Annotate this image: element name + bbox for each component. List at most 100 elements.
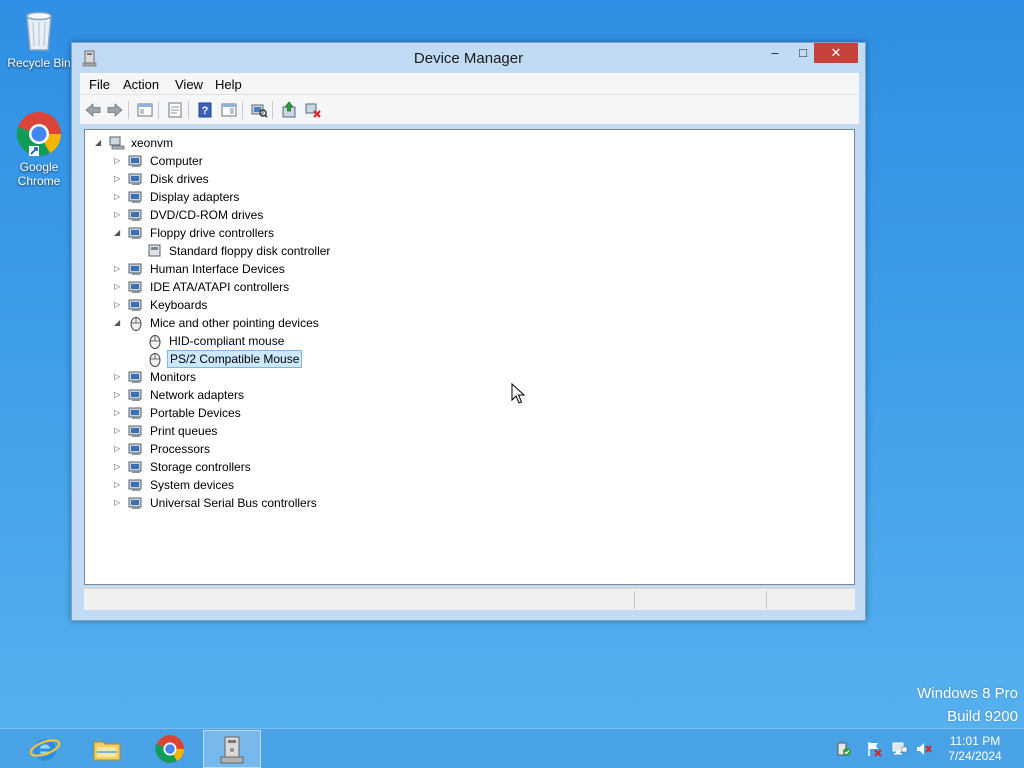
expand-arrow-icon[interactable]: ▷ [114,282,124,292]
uninstall-device-icon[interactable] [304,101,322,119]
google-chrome-icon [154,733,186,765]
tree-category-label: Network adapters [150,388,245,402]
file-explorer-icon [91,733,123,765]
mouse-cursor-icon [511,382,526,405]
menu-action[interactable]: Action [123,77,159,92]
volume-muted-icon[interactable] [916,741,932,757]
action-pane-icon[interactable] [220,101,238,119]
toolbar-separator [188,101,189,119]
expand-arrow-icon[interactable]: ▷ [114,300,124,310]
expand-arrow-icon[interactable]: ▷ [114,426,124,436]
expand-arrow-icon[interactable]: ▷ [114,210,124,220]
menu-file[interactable]: File [89,77,110,92]
tree-category[interactable]: ▷ Monitors [114,368,434,386]
tree-root-computer[interactable]: ◢ xeonvm [95,134,395,152]
windows-build-watermark: Build 9200 [947,708,1018,725]
tree-category[interactable]: ▷ Processors [114,440,434,458]
device-category-icon [128,279,144,295]
tree-category[interactable]: ▷ Computer [114,152,434,170]
device-manager-icon [217,734,249,766]
recycle-bin-label: Recycle Bin [7,56,71,70]
expand-arrow-icon[interactable]: ▷ [114,408,124,418]
tree-category[interactable]: ▷ Keyboards [114,296,434,314]
tree-category[interactable]: ▷ Disk drives [114,170,434,188]
device-manager-window[interactable]: Device Manager – □ ✕ File Action View He… [71,42,866,621]
device-category-icon [128,423,144,439]
computer-icon [109,135,125,151]
expand-arrow-icon[interactable]: ▷ [114,462,124,472]
tree-category-label: Disk drives [150,172,209,186]
device-category-icon [128,405,144,421]
action-center-icon[interactable] [836,741,852,757]
expand-arrow-icon[interactable]: ▷ [114,156,124,166]
minimize-button[interactable]: – [762,43,788,63]
tree-device-label: Standard floppy disk controller [169,244,331,258]
expand-arrow-icon[interactable]: ▷ [114,444,124,454]
toolbar: ? [80,95,859,125]
menu-help[interactable]: Help [215,77,242,92]
tree-category[interactable]: ▷ Portable Devices [114,404,434,422]
expand-arrow-icon[interactable]: ▷ [114,480,124,490]
taskbar-internet-explorer[interactable] [16,730,74,768]
google-chrome-shortcut[interactable]: Google Chrome [3,110,75,188]
google-chrome-label: Google Chrome [17,160,61,188]
system-clock[interactable]: 11:01 PM 7/24/2024 [938,734,1012,764]
taskbar-file-explorer[interactable] [78,730,136,768]
forward-arrow-icon[interactable] [106,101,124,119]
tree-category[interactable]: ◢ Mice and other pointing devices [114,314,434,332]
status-segment [634,591,766,609]
collapse-arrow-icon[interactable]: ◢ [114,318,124,328]
back-arrow-icon[interactable] [84,101,102,119]
expand-arrow-icon[interactable]: ▷ [114,192,124,202]
floppy-controller-icon [147,243,163,259]
device-category-icon [128,261,144,277]
tree-category-label: Storage controllers [150,460,251,474]
device-tree[interactable]: ◢ xeonvm ▷ Computer ▷ Disk drives ▷ Display a… [84,129,855,585]
tree-category[interactable]: ▷ Storage controllers [114,458,434,476]
tree-category[interactable]: ▷ Display adapters [114,188,434,206]
taskbar-device-manager[interactable] [203,730,261,768]
mouse-icon [147,333,163,349]
tree-root-label: xeonvm [131,136,174,150]
expand-arrow-icon[interactable]: ▷ [114,372,124,382]
collapse-arrow-icon[interactable]: ◢ [114,228,124,238]
tree-device-selected[interactable]: PS/2 Compatible Mouse [133,350,433,368]
tree-category[interactable]: ▷ Network adapters [114,386,434,404]
collapse-arrow-icon[interactable]: ◢ [95,138,105,148]
expand-arrow-icon[interactable]: ▷ [114,498,124,508]
expand-arrow-icon[interactable]: ▷ [114,174,124,184]
scan-hardware-changes-icon[interactable] [250,101,268,119]
device-category-icon [128,207,144,223]
titlebar[interactable]: Device Manager – □ ✕ [72,43,865,73]
maximize-button[interactable]: □ [790,43,816,63]
menu-view[interactable]: View [175,77,203,92]
show-hide-console-tree-icon[interactable] [136,101,154,119]
tree-category[interactable]: ▷ IDE ATA/ATAPI controllers [114,278,434,296]
expand-arrow-icon[interactable]: ▷ [114,390,124,400]
tree-device[interactable]: Standard floppy disk controller [133,242,433,260]
tree-category[interactable]: ▷ System devices [114,476,434,494]
toolbar-separator [242,101,243,119]
network-icon[interactable] [892,741,908,757]
device-category-icon [128,459,144,475]
help-icon[interactable]: ? [196,101,214,119]
tree-category[interactable]: ▷ Human Interface Devices [114,260,434,278]
tree-category[interactable]: ▷ DVD/CD-ROM drives [114,206,434,224]
device-category-icon [128,441,144,457]
taskbar-google-chrome[interactable] [141,730,199,768]
expand-arrow-icon[interactable]: ▷ [114,264,124,274]
tree-category[interactable]: ▷ Universal Serial Bus controllers [114,494,434,512]
tree-category-label: System devices [150,478,235,492]
recycle-bin-shortcut[interactable]: Recycle Bin [3,6,75,70]
close-button[interactable]: ✕ [814,43,858,63]
device-category-icon [128,297,144,313]
tree-category[interactable]: ◢ Floppy drive controllers [114,224,434,242]
properties-icon[interactable] [166,101,184,119]
tree-category-label: Keyboards [150,298,208,312]
update-driver-icon[interactable] [280,101,298,119]
device-category-icon [128,369,144,385]
tree-device[interactable]: HID-compliant mouse [133,332,433,350]
flag-alert-icon[interactable] [866,741,882,757]
tree-category[interactable]: ▷ Print queues [114,422,434,440]
device-category-icon [128,189,144,205]
